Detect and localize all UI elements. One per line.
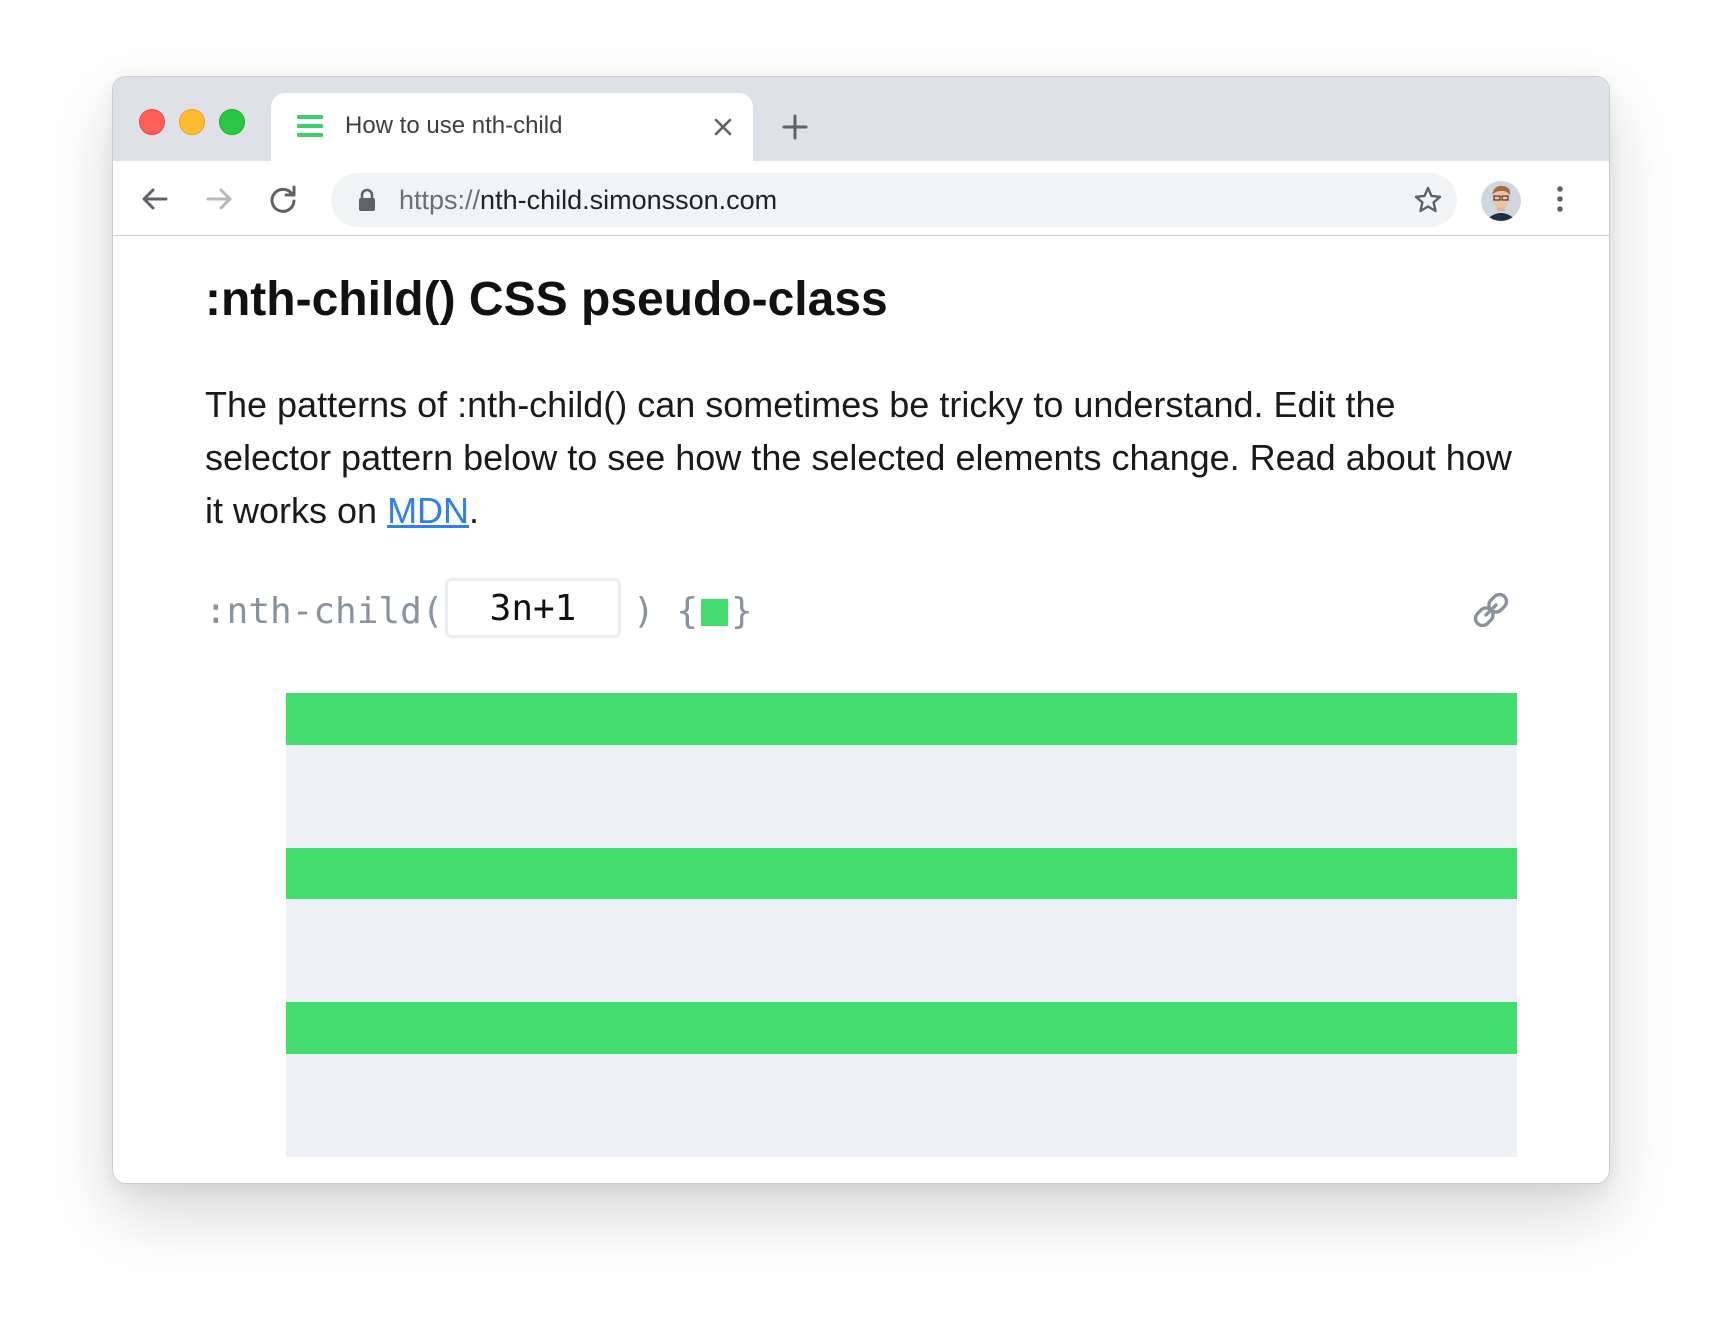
selector-suffix-open: ) { (633, 591, 699, 632)
list-item-bar-selected (286, 1002, 1517, 1054)
list-item: 2. (113, 744, 1609, 797)
highlight-color-swatch (701, 599, 729, 626)
list-item: 1. (113, 693, 1609, 745)
url-host: nth-child.simonsson.com (480, 185, 778, 215)
list-item-bar-selected (286, 693, 1517, 745)
list-item-bar (286, 744, 1517, 797)
selector-suffix: ) {} (633, 590, 753, 634)
lock-icon (359, 188, 375, 211)
new-tab-icon[interactable] (781, 113, 809, 141)
page-content: :nth-child() CSS pseudo-class The patter… (113, 236, 1609, 1183)
browser-toolbar: https://nth-child.simonsson.com (113, 161, 1609, 236)
list-item: 3. (113, 796, 1609, 848)
list-item: 5. (113, 899, 1609, 951)
intro-end: . (469, 490, 480, 531)
list-item-bar (286, 899, 1517, 951)
title-bar: How to use nth-child (113, 77, 1609, 161)
share-link-icon[interactable] (1469, 588, 1513, 632)
forward-arrow-icon[interactable] (203, 183, 235, 215)
list-item-bar (286, 1105, 1517, 1157)
list-item-bar (286, 1053, 1517, 1106)
bookmark-star-icon[interactable] (1413, 185, 1443, 215)
list-item-bar (286, 950, 1517, 1003)
list-item: 9. (113, 1105, 1609, 1157)
back-arrow-icon[interactable] (139, 183, 171, 215)
minimize-window-button[interactable] (179, 109, 205, 135)
profile-avatar[interactable] (1481, 181, 1521, 221)
list-item-bar-selected (286, 847, 1517, 900)
close-window-button[interactable] (139, 109, 165, 135)
list-item: 4. (113, 847, 1609, 900)
url-text: https://nth-child.simonsson.com (399, 185, 777, 215)
close-tab-icon[interactable] (711, 115, 735, 139)
list-item: 8. (113, 1053, 1609, 1106)
selector-pattern-input[interactable] (445, 578, 621, 638)
more-menu-icon[interactable] (1553, 183, 1567, 215)
url-scheme: https:// (399, 185, 481, 215)
selector-suffix-close: } (731, 591, 753, 632)
menu-lines-icon (297, 115, 323, 137)
list-item: 7. (113, 1002, 1609, 1054)
reload-icon[interactable] (267, 183, 299, 215)
intro-paragraph: The patterns of :nth-child() can sometim… (205, 378, 1525, 537)
maximize-window-button[interactable] (219, 109, 245, 135)
browser-window: How to use nth-child https://nth-child.s… (112, 76, 1610, 1184)
active-tab[interactable]: How to use nth-child (271, 93, 753, 161)
list-item-bar (286, 796, 1517, 848)
address-bar[interactable]: https://nth-child.simonsson.com (331, 173, 1457, 227)
page-title: :nth-child() CSS pseudo-class (205, 273, 888, 326)
profile-avatar-image (1481, 181, 1521, 221)
selector-prefix: :nth-child( (205, 591, 444, 632)
mdn-link[interactable]: MDN (387, 490, 469, 531)
tab-title: How to use nth-child (345, 112, 563, 139)
list-item: 6. (113, 950, 1609, 1003)
